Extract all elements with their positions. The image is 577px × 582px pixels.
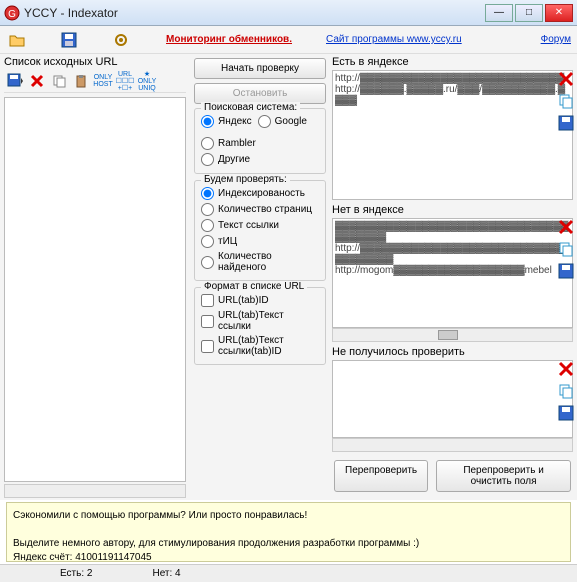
chk-fmt3[interactable]: URL(tab)Текст ссылки(tab)ID [201,335,319,357]
clear-notindexed-icon[interactable] [557,218,575,236]
paste-icon[interactable] [72,72,90,90]
copy-notindexed-icon[interactable] [557,240,575,258]
info-line1: Сэкономили с помощью программы? Или прос… [13,509,564,523]
source-url-label: Список исходных URL [4,56,186,68]
save-dropdown-icon[interactable] [6,72,24,90]
radio-indexed[interactable]: Индексированость [201,187,319,200]
save-indexed-icon[interactable] [557,114,575,132]
forum-link[interactable]: Форум [541,34,571,45]
recheck-button[interactable]: Перепроверить [334,460,428,492]
chk-fmt2[interactable]: URL(tab)Текст ссылки [201,310,319,332]
notindexed-hscrollbar[interactable] [332,328,573,342]
svg-text:G: G [8,9,16,20]
window-titlebar: G YCCY - Indexator — □ ✕ [0,0,577,26]
clear-indexed-icon[interactable] [557,70,575,88]
bottom-buttons: Перепроверить Перепроверить и очистить п… [332,456,573,496]
save-icon[interactable] [58,29,80,51]
delete-icon[interactable] [28,72,46,90]
site-link[interactable]: Сайт программы www.yccy.ru [326,34,462,45]
clear-failed-icon[interactable] [557,360,575,378]
chk-fmt1[interactable]: URL(tab)ID [201,294,319,307]
search-engine-label: Поисковая система: [201,102,300,113]
source-url-list[interactable] [4,97,186,482]
result-notindexed-block: Нет в яндексе ▓▓▓▓▓▓▓▓▓▓▓▓▓▓▓▓▓▓▓▓▓▓▓▓▓▓… [332,204,573,342]
middle-panel: Начать проверку Остановить Поисковая сис… [190,54,330,500]
only-uniq-icon[interactable]: ★ONLYUNIQ [138,72,156,90]
radio-pages[interactable]: Количество страниц [201,203,319,216]
radio-found[interactable]: Количество найденого [201,251,319,273]
left-hscrollbar[interactable] [4,484,186,498]
settings-icon[interactable] [110,29,132,51]
radio-google[interactable]: Google [258,115,307,128]
status-bar: Есть: 2 Нет: 4 [0,564,577,582]
status-yes: Есть: 2 [60,568,92,579]
radio-tic[interactable]: тИЦ [201,235,319,248]
close-button[interactable]: ✕ [545,4,573,22]
top-toolbar: Мониторинг обменников. Сайт программы ww… [0,26,577,54]
result-failed-block: Не получилось проверить [332,346,573,452]
window-title: YCCY - Indexator [24,6,485,20]
radio-rambler[interactable]: Rambler [201,137,256,150]
minimize-button[interactable]: — [485,4,513,22]
result-failed-label: Не получилось проверить [332,346,573,358]
url-add-icon[interactable]: URL☐☐☐+☐+ [116,72,134,90]
info-line3: Яндекс счёт: 41001191147045 [13,551,564,562]
stop-button[interactable]: Остановить [194,83,326,104]
left-panel: Список исходных URL ONLYHOST URL☐☐☐+☐+ ★… [0,54,190,500]
search-engine-group: Поисковая система: Яндекс Google Rambler… [194,108,326,174]
app-icon: G [4,5,20,21]
format-group-label: Формат в списке URL [201,281,307,292]
maximize-button[interactable]: □ [515,4,543,22]
monitoring-link[interactable]: Мониторинг обменников. [166,34,292,45]
recheck-clear-button[interactable]: Перепроверить и очистить поля [436,460,571,492]
status-no: Нет: 4 [152,568,180,579]
check-group: Будем проверять: Индексированость Количе… [194,180,326,281]
result-failed-box[interactable] [332,360,573,438]
format-group: Формат в списке URL URL(tab)ID URL(tab)Т… [194,287,326,365]
save-failed-icon[interactable] [557,404,575,422]
copy-failed-icon[interactable] [557,382,575,400]
copy-indexed-icon[interactable] [557,92,575,110]
radio-linktext[interactable]: Текст ссылки [201,219,319,232]
save-notindexed-icon[interactable] [557,262,575,280]
donation-info-box: Сэкономили с помощью программы? Или прос… [6,502,571,562]
only-host-icon[interactable]: ONLYHOST [94,72,112,90]
info-line2: Выделите немного автору, для стимулирова… [13,537,564,551]
open-folder-icon[interactable] [6,29,28,51]
result-indexed-label: Есть в яндексе [332,56,573,68]
copy-icon[interactable] [50,72,68,90]
result-indexed-box[interactable]: http://▓▓▓▓▓▓▓▓▓▓▓▓▓▓▓▓▓▓▓▓▓▓▓▓▓▓▓▓ http… [332,70,573,200]
start-check-button[interactable]: Начать проверку [194,58,326,79]
result-indexed-block: Есть в яндексе http://▓▓▓▓▓▓▓▓▓▓▓▓▓▓▓▓▓▓… [332,56,573,200]
check-group-label: Будем проверять: [201,174,290,185]
left-toolbar: ONLYHOST URL☐☐☐+☐+ ★ONLYUNIQ [4,70,186,93]
main-area: Список исходных URL ONLYHOST URL☐☐☐+☐+ ★… [0,54,577,500]
right-panel: Есть в яндексе http://▓▓▓▓▓▓▓▓▓▓▓▓▓▓▓▓▓▓… [330,54,577,500]
radio-other[interactable]: Другие [201,153,319,166]
result-notindexed-label: Нет в яндексе [332,204,573,216]
failed-hscrollbar[interactable] [332,438,573,452]
result-notindexed-box[interactable]: ▓▓▓▓▓▓▓▓▓▓▓▓▓▓▓▓▓▓▓▓▓▓▓▓▓▓▓▓▓▓▓▓▓▓▓▓▓▓▓ … [332,218,573,328]
radio-yandex[interactable]: Яндекс [201,115,252,128]
